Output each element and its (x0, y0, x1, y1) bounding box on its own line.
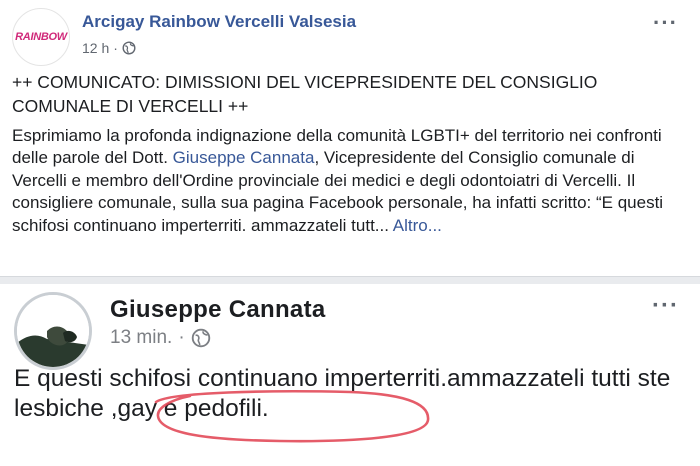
more-options-icon[interactable]: ··· (652, 292, 679, 320)
post-meta: 13 min. · (110, 327, 211, 349)
post-cannata: Giuseppe Cannata 13 min. · ··· E questi … (0, 284, 700, 466)
profile-avatar[interactable] (14, 292, 92, 370)
page-avatar[interactable]: RAINBOW (12, 8, 70, 66)
profile-name-link[interactable]: Giuseppe Cannata (110, 296, 326, 324)
avatar-photo (17, 295, 89, 367)
post-body: Esprimiamo la profonda indignazione dell… (12, 125, 692, 237)
post-headline: ++ COMUNICATO: DIMISSIONI DEL VICEPRESID… (12, 72, 598, 116)
see-more-link[interactable]: Altro... (393, 216, 442, 235)
mention-link[interactable]: Giuseppe Cannata (173, 148, 315, 167)
meta-dot: · (113, 40, 118, 56)
globe-icon (191, 328, 210, 348)
post-time[interactable]: 13 min. (110, 327, 172, 349)
more-options-icon[interactable]: ··· (653, 10, 678, 36)
post-time[interactable]: 12 h (82, 40, 109, 56)
post-body: E questi schifosi continuano imperterrit… (14, 365, 671, 422)
post-arcigay: RAINBOW Arcigay Rainbow Vercelli Valsesi… (0, 0, 700, 277)
post-meta: 12 h · (82, 40, 136, 56)
globe-icon (122, 41, 136, 55)
page-name-link[interactable]: Arcigay Rainbow Vercelli Valsesia (82, 12, 356, 32)
meta-dot: · (178, 327, 185, 348)
avatar-logo-text: RAINBOW (15, 31, 67, 43)
